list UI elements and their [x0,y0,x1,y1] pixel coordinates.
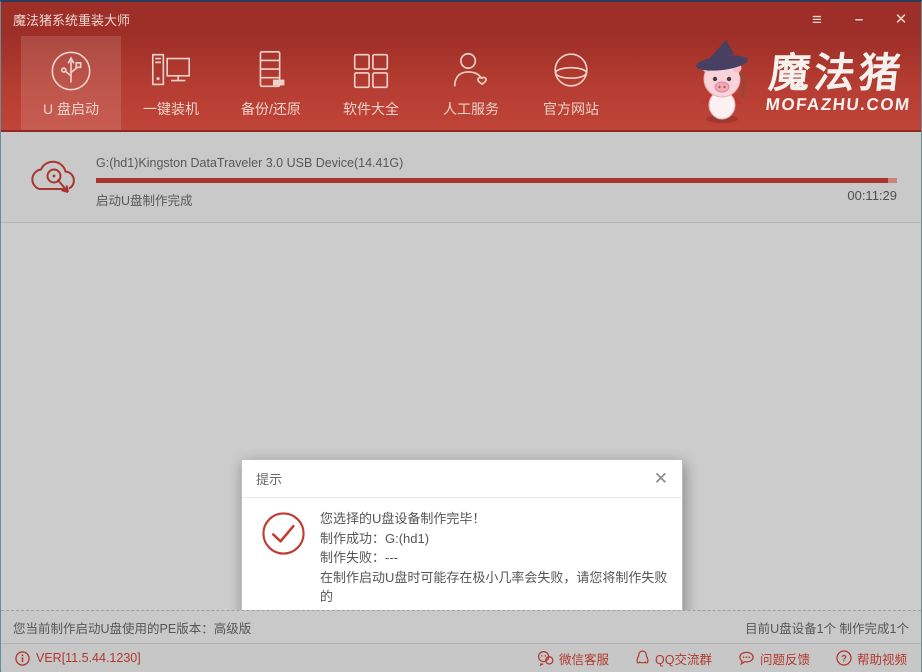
apps-grid-icon [348,48,394,94]
nav-item-software-collection[interactable]: 软件大全 [321,36,421,130]
dialog-line: 在制作启动U盘时可能存在极小几率会失败，请您将制作失败的 [320,568,668,607]
app-window: 魔法猪系统重装大师 ≡ – ✕ U 盘启动 [0,0,922,672]
footer-link-label: 微信客服 [559,649,609,668]
wechat-icon [537,650,554,666]
success-check-icon [260,510,307,562]
help-video-link[interactable]: ? 帮助视频 [836,649,907,668]
nav-item-label: U 盘启动 [43,99,99,119]
footer-link-label: 帮助视频 [857,649,907,668]
brand-name: 魔法猪 [767,53,916,94]
computer-icon [148,48,194,94]
qq-group-link[interactable]: QQ交流群 [635,649,712,668]
dialog-line: 制作失败：--- [320,548,668,568]
pig-mascot-icon [682,39,764,127]
usb-progress-section: G:(hd1)Kingston DataTraveler 3.0 USB Dev… [1,132,921,223]
footer-link-label: 问题反馈 [760,649,810,668]
feedback-link[interactable]: 问题反馈 [738,649,810,668]
pe-version-label: 您当前制作启动U盘使用的PE版本：高级版 [13,618,251,637]
help-icon: ? [836,650,852,666]
status-bar: 您当前制作启动U盘使用的PE版本：高级版 目前U盘设备1个 制作完成1个 [1,610,921,643]
person-service-icon [448,48,494,94]
backup-server-icon [248,48,294,94]
nav-item-official-website[interactable]: 官方网站 [521,36,621,130]
footer-links: 微信客服 QQ交流群 问题反馈 ? [537,649,907,668]
qq-icon [635,650,650,666]
brand-logo: 魔法猪 MOFAZHU.COM [682,36,913,130]
menu-icon[interactable]: ≡ [809,11,825,28]
nav-item-label: 人工服务 [443,99,499,119]
usb-count-label: 目前U盘设备1个 制作完成1个 [745,618,909,637]
dialog-body: 您选择的U盘设备制作完毕！ 制作成功：G:(hd1) 制作失败：--- 在制作启… [242,498,682,619]
dialog-line: 您选择的U盘设备制作完毕！ [320,509,668,529]
main-content: 提示 ✕ 您选择的U盘设备制作完毕！ 制作成功：G:(hd1) 制作失败：---… [1,223,921,610]
elapsed-time: 00:11:29 [847,188,897,203]
usb-icon [48,48,94,94]
nav-item-usb-boot[interactable]: U 盘启动 [21,36,121,130]
svg-text:?: ? [841,653,847,664]
wechat-service-link[interactable]: 微信客服 [537,649,609,668]
nav-item-backup-restore[interactable]: 备份/还原 [221,36,321,130]
nav-item-label: 一键装机 [143,99,199,119]
nav-item-label: 官方网站 [543,99,599,119]
dialog-close-icon[interactable]: ✕ [654,470,668,487]
main-nav: U 盘启动 一键装机 备份/还原 [1,36,921,132]
brand-domain: MOFAZHU.COM [765,96,912,113]
nav-item-customer-service[interactable]: 人工服务 [421,36,521,130]
close-window-icon[interactable]: ✕ [893,12,909,27]
feedback-bubble-icon [738,650,755,666]
version-text: VER[11.5.44.1230] [36,651,141,665]
window-title: 魔法猪系统重装大师 [13,10,130,29]
device-label: G:(hd1)Kingston DataTraveler 3.0 USB Dev… [96,156,403,170]
dialog-title: 提示 [256,469,282,488]
bottom-bar: VER[11.5.44.1230] 微信客服 [1,643,921,672]
progress-bar [96,178,897,183]
dialog-header: 提示 ✕ [242,460,682,498]
footer-link-label: QQ交流群 [655,649,712,668]
progress-status: 启动U盘制作完成 [96,190,193,209]
title-bar: 魔法猪系统重装大师 ≡ – ✕ [1,2,921,36]
dialog-message: 您选择的U盘设备制作完毕！ 制作成功：G:(hd1) 制作失败：--- 在制作启… [320,509,668,626]
nav-item-label: 软件大全 [343,99,399,119]
cloud-burn-icon [23,148,85,209]
dialog-line: 制作成功：G:(hd1) [320,529,668,549]
minimize-icon[interactable]: – [851,12,867,27]
progress-bar-fill [96,178,897,183]
globe-icon [548,48,594,94]
version-label: VER[11.5.44.1230] [15,651,141,666]
nav-item-label: 备份/还原 [241,99,301,119]
info-icon [15,651,30,666]
brand-text: 魔法猪 MOFAZHU.COM [765,53,916,113]
nav-item-one-key-install[interactable]: 一键装机 [121,36,221,130]
window-controls: ≡ – ✕ [809,11,909,28]
